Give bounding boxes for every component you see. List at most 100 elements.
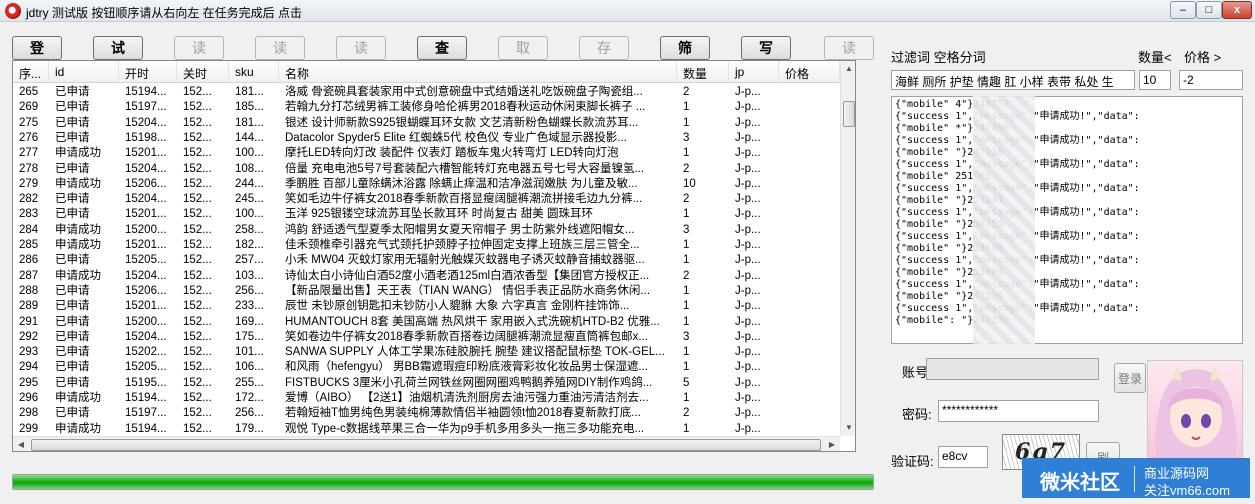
horizontal-scroll-thumb[interactable] (31, 439, 821, 451)
vertical-scroll-thumb[interactable] (843, 101, 855, 127)
start-time-cell: 15200... (125, 223, 167, 236)
table-row[interactable]: 276 已申请 15198... 152... 144... Datacolor Spyd… (13, 130, 840, 146)
table-row[interactable]: 292 已申请 15204... 152... 175... 笑如卷边牛仔裤女2018春季… (13, 329, 840, 345)
minimize-button[interactable]: – (1170, 1, 1196, 19)
maximize-button[interactable]: □ (1196, 1, 1222, 19)
name-cell: SANWA SUPPLY 人体工学果冻硅胶腕托 腕垫 建议搭配鼠标垫 TOK-G… (285, 346, 665, 359)
table-row[interactable]: 283 已申请 15201... 152... 100... 玉洋 925银镂空球流苏耳坠… (13, 206, 840, 222)
write-button[interactable]: 写 (741, 36, 791, 60)
start-time-cell: 15198... (125, 131, 167, 144)
table-row[interactable]: 279 申请成功 15206... 152... 244... 季鹏胜 百部儿童除螨沐浴露… (13, 176, 840, 192)
price-input[interactable]: -2 (1179, 70, 1243, 90)
table-row[interactable]: 277 申请成功 15201... 152... 100... 摩托LED转向灯改 装配件… (13, 145, 840, 161)
password-input[interactable]: ************ (938, 400, 1099, 422)
table-row[interactable]: 278 已申请 15204... 152... 108... 倍量 充电电池5号7号套装配… (13, 161, 840, 177)
task-table[interactable]: 序... id 开时 关时 sku 名称 数量 jp 价格 265 已申请 1519… (12, 60, 856, 452)
id-cell: 已申请 (55, 193, 90, 206)
column-header-start-time[interactable]: 开时 (119, 61, 177, 83)
table-row[interactable]: 299 申请成功 15194... 152... 179... 观悦 Type-c数据线苹… (13, 421, 840, 436)
captcha-label: 验证码: (891, 454, 934, 469)
index-cell: 287 (19, 269, 39, 282)
column-header-name[interactable]: 名称 (279, 61, 677, 83)
id-cell: 已申请 (55, 284, 90, 297)
quantity-input[interactable]: 10 (1139, 70, 1171, 90)
filter-words-input[interactable]: 海鲜 厕所 护垫 情趣 肛 小样 表带 私处 生 (891, 70, 1135, 90)
captcha-input[interactable]: e8cv (938, 446, 988, 468)
quantity-cell: 1 (683, 392, 690, 404)
quantity-cell: 1 (683, 254, 690, 267)
table-row[interactable]: 287 申请成功 15204... 152... 103... 诗仙太白小诗仙白酒52度小… (13, 268, 840, 284)
scroll-up-icon[interactable]: ▲ (841, 61, 855, 77)
log-line: {"mobile" *"}247496 (895, 123, 1010, 134)
index-cell: 279 (19, 177, 39, 190)
sku-cell: 185... (235, 101, 264, 114)
close-button[interactable]: x (1222, 1, 1252, 19)
column-header-sku[interactable]: sku (229, 61, 279, 83)
login-step-button[interactable]: 登 (12, 36, 62, 60)
read-button-2[interactable]: 读 (255, 36, 305, 60)
table-row[interactable]: 295 已申请 15195... 152... 255... FISTBUCKS 3厘米小… (13, 375, 840, 391)
read-button-1[interactable]: 读 (174, 36, 224, 60)
column-header-quantity[interactable]: 数量 (677, 61, 729, 83)
table-row[interactable]: 288 已申请 15206... 152... 256... 【新品限量出售】天王表（TI… (13, 283, 840, 299)
table-row[interactable]: 294 已申请 15205... 152... 106... 和风雨（hefengyu） … (13, 359, 840, 375)
table-row[interactable]: 296 申请成功 15194... 152... 172... 爱博（AIBO） 【2送1… (13, 390, 840, 406)
column-header-id[interactable]: id (49, 61, 119, 83)
table-row[interactable]: 286 已申请 15205... 152... 257... 小禾 MW04 灭蚊灯家用无… (13, 252, 840, 268)
sku-cell: 256... (235, 407, 264, 420)
log-line: {"mobile" "}247118 (895, 147, 1004, 158)
column-header-end-time[interactable]: 关时 (177, 61, 229, 83)
save-button[interactable]: 存 (579, 36, 629, 60)
start-time-cell: 15204... (125, 330, 167, 343)
account-input[interactable] (926, 358, 1099, 380)
window-title: jdtry 测试版 按钮顺序请从右向左 在任务完成后 点击 (26, 6, 303, 20)
log-line: {"success 1","message":"申请成功!","data": (895, 135, 1140, 146)
table-row[interactable]: 269 已申请 15197... 152... 185... 若翰九分打芯绒男裤工装修身哈… (13, 99, 840, 115)
quantity-cell: 2 (683, 162, 690, 175)
column-header-price[interactable]: 价格 (779, 61, 840, 83)
table-row[interactable]: 289 已申请 15201... 152... 233... 辰世 未钞原创钥匙扣未钞防小… (13, 298, 840, 314)
query-button[interactable]: 查 (417, 36, 467, 60)
table-row[interactable]: 275 已申请 15204... 152... 181... 银述 设计师新款S925银蝴… (13, 115, 840, 131)
table-row[interactable]: 284 申请成功 15200... 152... 258... 鸿韵 舒适透气型夏季太阳帽… (13, 222, 840, 238)
id-cell: 已申请 (55, 116, 90, 129)
login-button[interactable]: 登录 (1114, 363, 1146, 393)
name-cell: 若翰短袖T恤男纯色男装纯棉薄款情侣半袖圆领t恤2018春夏新款打底... (285, 407, 641, 420)
start-time-cell: 15197... (125, 101, 167, 114)
try-button[interactable]: 试 (93, 36, 143, 60)
password-label: 密码: (902, 407, 932, 422)
table-row[interactable]: 298 已申请 15197... 152... 256... 若翰短袖T恤男纯色男装纯棉薄… (13, 405, 840, 421)
jp-cell: J-p... (735, 86, 761, 98)
response-log[interactable]: {"mobile" 4"}248752 {"success 1","message… (891, 96, 1243, 344)
scroll-down-icon[interactable]: ▼ (841, 420, 855, 436)
table-row[interactable]: 293 已申请 15202... 152... 101... SANWA SUPPLY 人… (13, 344, 840, 360)
fetch-button[interactable]: 取 (498, 36, 548, 60)
table-row[interactable]: 291 已申请 15200... 152... 169... HUMANTOUCH 8套 … (13, 314, 840, 330)
filter-button[interactable]: 筛 (660, 36, 710, 60)
jp-cell: J-p... (735, 239, 761, 251)
sku-cell: 258... (235, 223, 264, 236)
end-time-cell: 152... (183, 193, 212, 206)
horizontal-scrollbar[interactable]: ◀ ▶ (13, 436, 840, 451)
table-row[interactable]: 285 申请成功 15201... 152... 182... 佳禾颈椎牵引器充气式颈托护… (13, 237, 840, 253)
quantity-cell: 3 (683, 223, 690, 236)
table-row[interactable]: 282 已申请 15204... 152... 245... 笑如毛边牛仔裤女2018春季… (13, 191, 840, 207)
index-cell: 291 (19, 315, 39, 328)
scroll-left-icon[interactable]: ◀ (13, 437, 29, 451)
sku-cell: 257... (235, 254, 264, 267)
vertical-scrollbar[interactable]: ▲ ▼ (840, 61, 855, 436)
column-header-index[interactable]: 序... (13, 61, 49, 83)
column-header-jp[interactable]: jp (729, 61, 779, 83)
id-cell: 已申请 (55, 86, 90, 98)
scroll-right-icon[interactable]: ▶ (824, 437, 840, 451)
read-button-4[interactable]: 读 (824, 36, 874, 60)
log-line: {"mobile" "}250759 (895, 219, 1004, 230)
redacted-area (973, 96, 1035, 344)
read-button-3[interactable]: 读 (336, 36, 386, 60)
log-line: {"success 1","message":"申请成功!","data": (895, 279, 1140, 290)
sku-cell: 179... (235, 422, 264, 435)
table-row[interactable]: 265 已申请 15194... 152... 181... 洛威 骨瓷碗具套装家用中式创… (13, 84, 840, 100)
jp-cell: J-p... (735, 223, 761, 236)
index-cell: 285 (19, 239, 39, 251)
jp-cell: J-p... (735, 193, 761, 206)
